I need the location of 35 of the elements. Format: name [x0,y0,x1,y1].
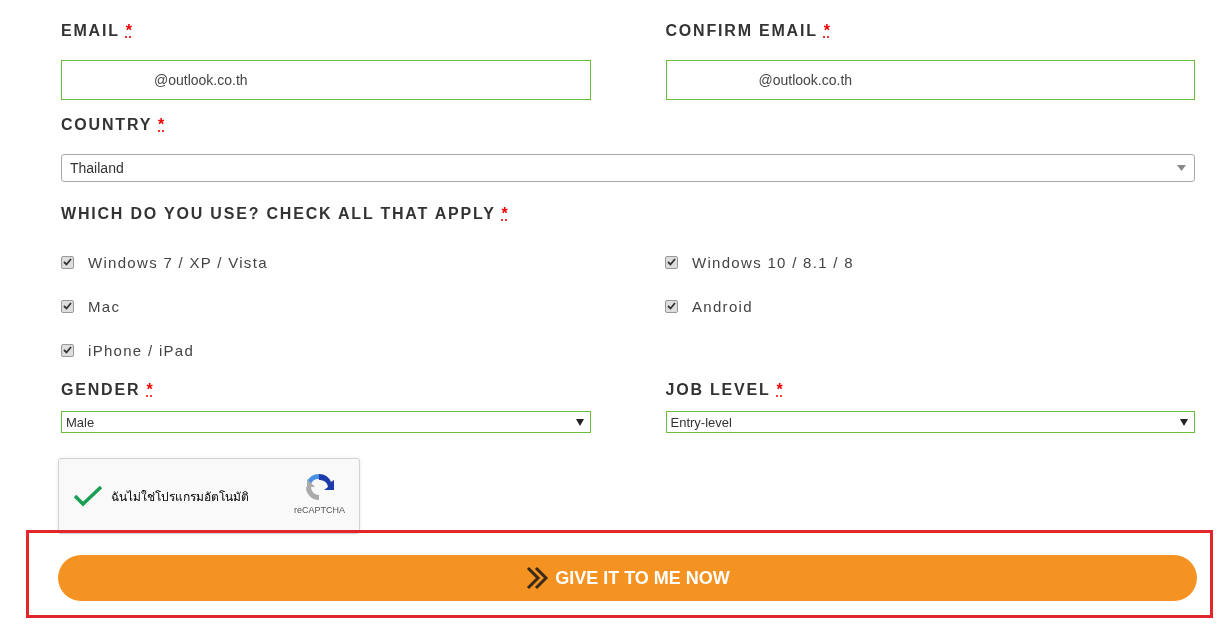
recaptcha-brand: reCAPTCHA [294,505,345,515]
required-mark: * [146,381,155,398]
checkmark-icon[interactable] [73,485,103,507]
field-label: CONFIRM EMAIL [665,22,818,39]
checkbox[interactable] [61,343,74,357]
email-field[interactable]: @outlook.co.th [61,60,591,100]
required-mark: * [158,116,167,133]
double-chevron-icon [525,566,550,590]
checkbox-label: Android [692,297,753,315]
captcha-label: ฉันไม่ใช่โปรแกรมอัตโนมัติ [111,488,250,506]
caret-icon [575,418,584,426]
required-mark: * [125,22,134,39]
checkbox-label: Windows 10 / 8.1 / 8 [692,253,854,271]
confirm-email-field[interactable]: @outlook.co.th [665,60,1195,100]
checkbox[interactable] [665,255,678,269]
checkbox[interactable] [61,255,74,269]
field-label: EMAIL [61,22,120,39]
country-dropdown[interactable]: Thailand [61,154,1195,182]
job-level-dropdown[interactable]: Entry-level [665,411,1195,433]
field-label: COUNTRY [61,116,152,133]
required-mark: * [776,381,785,398]
caret-icon [1177,165,1186,171]
gender-dropdown[interactable]: Male [61,411,591,433]
checkbox-label: Windows 7 / XP / Vista [88,253,268,271]
required-mark: * [823,22,832,39]
caret-icon [1180,418,1188,426]
recaptcha-logo-icon [303,471,336,503]
field-label: JOB LEVEL [665,381,771,398]
required-mark: * [501,205,510,222]
checkbox-label: Mac [88,297,121,315]
checkbox[interactable] [665,299,678,313]
checkbox[interactable] [61,299,74,313]
field-label: GENDER [61,381,141,398]
field-label: WHICH DO YOU USE? CHECK ALL THAT APPLY [61,205,496,222]
checkbox-label: iPhone / iPad [88,341,195,359]
